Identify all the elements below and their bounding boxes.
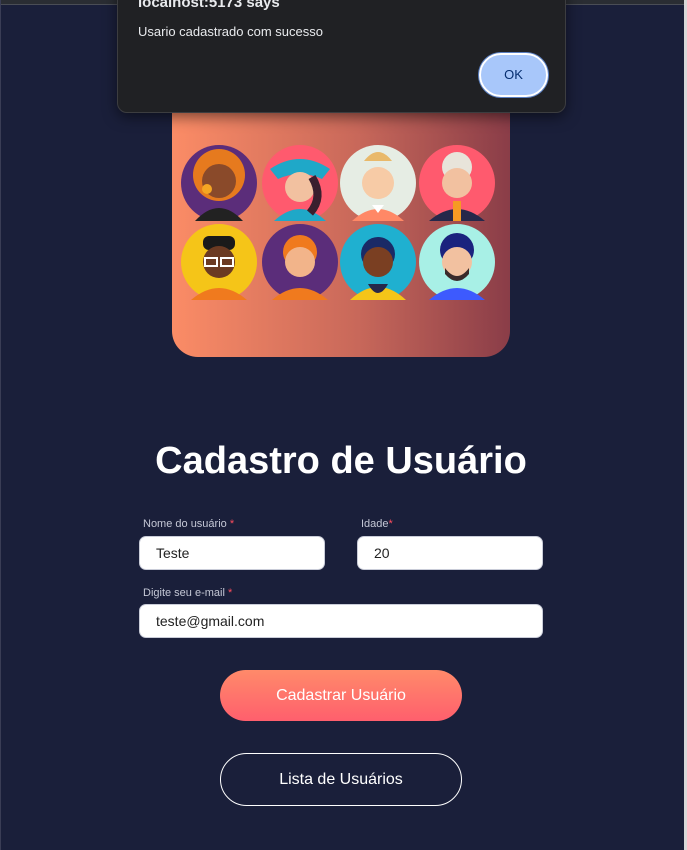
age-label: Idade* — [361, 518, 393, 530]
dialog-message: Usario cadastrado com sucesso — [138, 24, 323, 39]
name-input[interactable] — [139, 536, 325, 570]
user-list-button[interactable]: Lista de Usuários — [220, 753, 462, 806]
dialog-title: localhost:5173 says — [138, 0, 280, 11]
email-label: Digite seu e-mail * — [143, 587, 232, 599]
required-mark: * — [388, 518, 393, 530]
required-mark: * — [229, 518, 235, 530]
dialog-ok-button[interactable]: OK — [479, 53, 548, 97]
window-left-edge — [0, 0, 1, 850]
page-title: Cadastro de Usuário — [155, 440, 527, 482]
email-input[interactable] — [139, 604, 543, 638]
age-input[interactable] — [357, 536, 543, 570]
name-label-text: Nome do usuário — [143, 518, 227, 530]
avatars-illustration-icon — [181, 145, 495, 300]
hero-avatars-image — [172, 80, 510, 357]
age-label-text: Idade — [361, 518, 389, 530]
register-user-button[interactable]: Cadastrar Usuário — [220, 670, 462, 721]
name-label: Nome do usuário * — [143, 518, 234, 530]
email-label-text: Digite seu e-mail — [143, 587, 225, 599]
required-mark: * — [227, 587, 233, 599]
page: localhost:5173 says Usario cadastrado co… — [0, 0, 687, 850]
